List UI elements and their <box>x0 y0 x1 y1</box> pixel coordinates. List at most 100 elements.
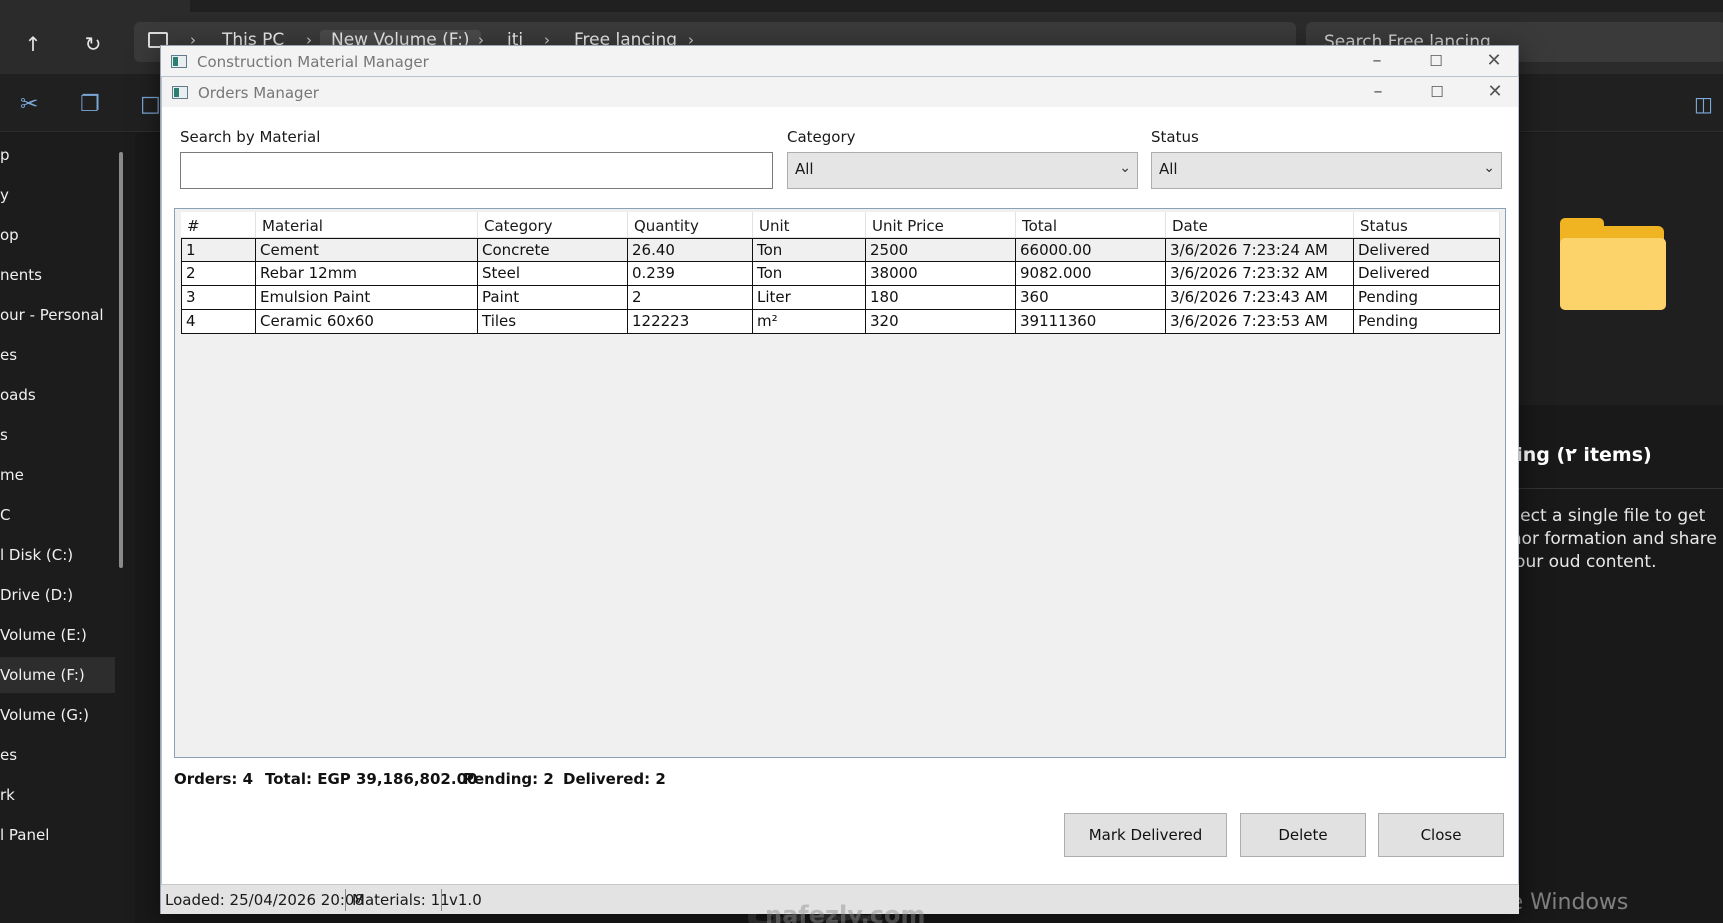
category-select[interactable]: All ⌄ <box>787 152 1138 189</box>
orders-manager-window: Orders Manager – ☐ ✕ Search by Material … <box>161 76 1519 923</box>
sidebar-item[interactable]: s <box>0 417 115 453</box>
search-material-input[interactable] <box>180 152 773 189</box>
cell-total[interactable]: 9082.000 <box>1016 262 1166 285</box>
maximize-icon[interactable]: ☐ <box>1423 81 1451 103</box>
sidebar-item[interactable]: es <box>0 737 115 773</box>
cell-category[interactable]: Tiles <box>478 310 628 333</box>
cell-material[interactable]: Rebar 12mm <box>256 262 478 285</box>
cell-number[interactable]: 2 <box>181 262 256 285</box>
cell-total[interactable]: 39111360 <box>1016 310 1166 333</box>
sidebar-item[interactable]: Drive (D:) <box>0 577 115 613</box>
cell-category[interactable]: Concrete <box>478 239 628 262</box>
column-header-number[interactable]: # <box>181 212 256 238</box>
column-header-unit[interactable]: Unit <box>753 212 866 238</box>
status-selected-value: All <box>1159 160 1178 178</box>
cell-status[interactable]: Delivered <box>1354 239 1500 262</box>
search-label: Search by Material <box>180 128 321 146</box>
sidebar-item[interactable]: Volume (F:) <box>0 657 115 693</box>
cut-icon[interactable]: ✂ <box>20 92 38 117</box>
maximize-icon[interactable]: ☐ <box>1422 50 1450 72</box>
cell-total[interactable]: 66000.00 <box>1016 239 1166 262</box>
refresh-icon[interactable]: ↻ <box>79 30 107 58</box>
up-arrow-icon[interactable]: ↑ <box>19 30 47 58</box>
column-header-material[interactable]: Material <box>256 212 478 238</box>
navigation-scrollbar[interactable] <box>119 152 123 568</box>
cell-status[interactable]: Pending <box>1354 310 1500 333</box>
sidebar-item[interactable]: p <box>0 137 115 173</box>
column-header-unit-price[interactable]: Unit Price <box>866 212 1016 238</box>
sidebar-item[interactable]: me <box>0 457 115 493</box>
close-button[interactable]: Close <box>1378 813 1504 857</box>
sidebar-item[interactable]: nents <box>0 257 115 293</box>
table-row[interactable]: 1 Cement Concrete 26.40 Ton 2500 66000.00 3/6/2… <box>181 238 1500 262</box>
copy-icon[interactable]: ❐ <box>80 92 100 117</box>
cell-total[interactable]: 360 <box>1016 286 1166 309</box>
minimize-icon[interactable]: – <box>1363 50 1391 72</box>
paste-icon[interactable]: □ <box>140 92 161 117</box>
orders-table[interactable]: # Material Category Quantity Unit Unit P… <box>174 208 1506 758</box>
mark-delivered-button[interactable]: Mark Delivered <box>1064 813 1227 857</box>
cell-category[interactable]: Steel <box>478 262 628 285</box>
cell-date[interactable]: 3/6/2026 7:23:53 AM <box>1166 310 1354 333</box>
sidebar-item[interactable]: Volume (G:) <box>0 697 115 733</box>
cell-unit-price[interactable]: 180 <box>866 286 1016 309</box>
sidebar-item[interactable]: op <box>0 217 115 253</box>
close-icon[interactable]: ✕ <box>1481 81 1509 103</box>
cell-material[interactable]: Cement <box>256 239 478 262</box>
cell-quantity[interactable]: 122223 <box>628 310 753 333</box>
cell-date[interactable]: 3/6/2026 7:23:32 AM <box>1166 262 1354 285</box>
cell-date[interactable]: 3/6/2026 7:23:43 AM <box>1166 286 1354 309</box>
cell-quantity[interactable]: 0.239 <box>628 262 753 285</box>
minimize-icon[interactable]: – <box>1364 81 1392 103</box>
sidebar-item[interactable]: our - Personal <box>0 297 115 333</box>
sidebar-item[interactable]: l Panel <box>0 817 115 853</box>
sidebar-item[interactable]: oads <box>0 377 115 413</box>
outer-title-bar[interactable]: Construction Material Manager – ☐ ✕ <box>161 46 1518 76</box>
sidebar-item[interactable]: y <box>0 177 115 213</box>
table-row[interactable]: 4 Ceramic 60x60 Tiles 122223 m² 320 39111360 3/… <box>181 310 1500 334</box>
details-pane-icon[interactable]: ◫ <box>1694 92 1713 116</box>
cell-unit-price[interactable]: 2500 <box>866 239 1016 262</box>
pending-count: Pending: 2 <box>463 770 554 788</box>
sidebar-item[interactable]: rk <box>0 777 115 813</box>
cell-number[interactable]: 1 <box>181 239 256 262</box>
sidebar-item[interactable]: es <box>0 337 115 373</box>
explorer-tab[interactable] <box>0 0 190 12</box>
cell-date[interactable]: 3/6/2026 7:23:24 AM <box>1166 239 1354 262</box>
cell-material[interactable]: Ceramic 60x60 <box>256 310 478 333</box>
inner-title-bar[interactable]: Orders Manager – ☐ ✕ <box>162 77 1518 107</box>
sidebar-item[interactable]: Volume (E:) <box>0 617 115 653</box>
explorer-tab-strip <box>0 0 1723 12</box>
cell-unit[interactable]: Ton <box>753 262 866 285</box>
cell-number[interactable]: 4 <box>181 310 256 333</box>
delete-button[interactable]: Delete <box>1240 813 1366 857</box>
cell-status[interactable]: Pending <box>1354 286 1500 309</box>
table-row[interactable]: 2 Rebar 12mm Steel 0.239 Ton 38000 9082.000 3/6… <box>181 262 1500 286</box>
preview-divider <box>1517 488 1723 489</box>
cell-unit-price[interactable]: 320 <box>866 310 1016 333</box>
cell-unit[interactable]: m² <box>753 310 866 333</box>
cell-quantity[interactable]: 26.40 <box>628 239 753 262</box>
sidebar-item[interactable]: C <box>0 497 115 533</box>
column-header-status[interactable]: Status <box>1354 212 1500 238</box>
column-header-category[interactable]: Category <box>478 212 628 238</box>
cell-category[interactable]: Paint <box>478 286 628 309</box>
cell-quantity[interactable]: 2 <box>628 286 753 309</box>
cell-number[interactable]: 3 <box>181 286 256 309</box>
cell-unit-price[interactable]: 38000 <box>866 262 1016 285</box>
cell-material[interactable]: Emulsion Paint <box>256 286 478 309</box>
status-select[interactable]: All ⌄ <box>1151 152 1502 189</box>
sidebar-item[interactable]: l Disk (C:) <box>0 537 115 573</box>
app-icon <box>172 86 188 99</box>
column-header-date[interactable]: Date <box>1166 212 1354 238</box>
table-row[interactable]: 3 Emulsion Paint Paint 2 Liter 180 360 3/6/2026… <box>181 286 1500 310</box>
cell-unit[interactable]: Ton <box>753 239 866 262</box>
column-header-quantity[interactable]: Quantity <box>628 212 753 238</box>
close-icon[interactable]: ✕ <box>1480 50 1508 72</box>
column-header-total[interactable]: Total <box>1016 212 1166 238</box>
chevron-down-icon: ⌄ <box>1483 160 1495 176</box>
delivered-count: Delivered: 2 <box>563 770 666 788</box>
status-separator <box>345 889 346 911</box>
cell-status[interactable]: Delivered <box>1354 262 1500 285</box>
cell-unit[interactable]: Liter <box>753 286 866 309</box>
